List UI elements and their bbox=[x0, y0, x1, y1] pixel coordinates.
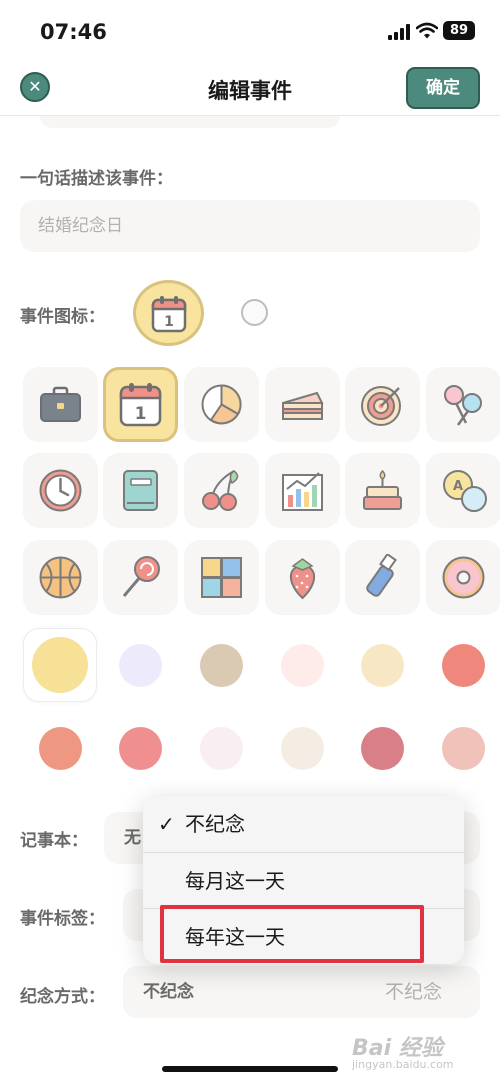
basketball-icon bbox=[39, 556, 82, 599]
icon-option-briefcase[interactable] bbox=[23, 367, 98, 442]
color-swatch bbox=[361, 727, 404, 770]
cake-slice-icon bbox=[282, 391, 324, 420]
description-label: 一句话描述该事件： bbox=[20, 169, 173, 189]
menu-item-monthly[interactable]: 每月这一天 bbox=[143, 852, 464, 908]
color-option-lavender[interactable] bbox=[103, 628, 177, 702]
icon-option-puzzle[interactable] bbox=[184, 540, 259, 615]
color-option-tan[interactable] bbox=[184, 628, 258, 702]
book-icon bbox=[123, 470, 158, 511]
bar-chart-icon bbox=[282, 472, 323, 511]
strawberry-icon bbox=[289, 558, 316, 600]
icon-option-cotton-candy[interactable] bbox=[426, 367, 500, 442]
icon-option-cherries[interactable] bbox=[184, 453, 259, 528]
commemorate-select[interactable]: 不纪念 不纪念 bbox=[123, 966, 480, 1018]
color-option-light-pink[interactable] bbox=[265, 628, 339, 702]
icon-option-pie-chart[interactable] bbox=[184, 367, 259, 442]
status-time: 07:46 bbox=[40, 20, 107, 44]
cotton-candy-icon bbox=[444, 385, 482, 426]
battery-icon: 89 bbox=[443, 21, 475, 40]
menu-item-label: 不纪念 bbox=[185, 812, 245, 836]
color-swatch bbox=[281, 644, 324, 687]
notebook-label: 记事本： bbox=[20, 831, 88, 851]
briefcase-icon bbox=[40, 386, 81, 422]
nav-bar: ✕ 编辑事件 确定 bbox=[0, 60, 500, 116]
previous-field-edge bbox=[40, 116, 340, 128]
watermark: Bai 经验 jingyan.baidu.com bbox=[352, 1036, 454, 1071]
color-swatch bbox=[119, 727, 162, 770]
usb-drive-icon bbox=[366, 554, 397, 597]
lollipop-icon bbox=[122, 556, 160, 597]
menu-item-label: 每月这一天 bbox=[185, 869, 285, 893]
icon-option-target[interactable] bbox=[345, 367, 420, 442]
wifi-icon bbox=[416, 22, 438, 39]
color-option-red[interactable] bbox=[426, 628, 500, 702]
icon-option-book[interactable] bbox=[103, 453, 178, 528]
icon-option-cake-slice[interactable] bbox=[265, 367, 340, 442]
color-option-coral[interactable] bbox=[103, 711, 177, 785]
color-option-sand[interactable] bbox=[345, 628, 419, 702]
calendar-icon: 1 bbox=[151, 296, 187, 333]
checkmark-icon: ✓ bbox=[158, 812, 175, 836]
color-swatch bbox=[281, 727, 324, 770]
donut-icon bbox=[442, 556, 485, 599]
icon-option-birthday-cake[interactable] bbox=[345, 453, 420, 528]
commemorate-value: 不纪念 bbox=[143, 982, 194, 1002]
icon-option-basketball[interactable] bbox=[23, 540, 98, 615]
icon-option-lollipop[interactable] bbox=[103, 540, 178, 615]
color-swatch bbox=[32, 637, 88, 693]
icon-option-bar-chart[interactable] bbox=[265, 453, 340, 528]
menu-item-no-commemorate[interactable]: ✓ 不纪念 bbox=[143, 796, 464, 852]
color-swatch bbox=[442, 644, 485, 687]
status-bar: 07:46 89 bbox=[0, 0, 500, 60]
color-swatch bbox=[119, 644, 162, 687]
color-option-orange-red[interactable] bbox=[23, 711, 97, 785]
notebook-value: 无 bbox=[124, 828, 141, 848]
color-swatch bbox=[361, 644, 404, 687]
color-option-blush[interactable] bbox=[184, 711, 258, 785]
event-icon-label: 事件图标： bbox=[20, 307, 105, 327]
commemorate-label: 纪念方式： bbox=[20, 987, 105, 1007]
icon-option-calendar[interactable]: 1 bbox=[103, 367, 178, 442]
color-option-yellow[interactable] bbox=[23, 628, 97, 702]
icon-option-clock[interactable] bbox=[23, 453, 98, 528]
calendar-icon: 1 bbox=[119, 383, 162, 427]
home-indicator bbox=[162, 1066, 338, 1072]
color-option-crimson[interactable] bbox=[345, 711, 419, 785]
puzzle-icon bbox=[201, 557, 242, 598]
confirm-button[interactable]: 确定 bbox=[406, 67, 480, 109]
color-option-beige[interactable] bbox=[265, 711, 339, 785]
cherries-icon bbox=[202, 470, 239, 511]
icon-option-translate[interactable]: A bbox=[426, 453, 500, 528]
selected-event-icon[interactable]: 1 bbox=[133, 280, 204, 346]
description-input[interactable]: 结婚纪念日 bbox=[20, 200, 480, 252]
cellular-signal-icon bbox=[388, 24, 410, 40]
radio-button[interactable] bbox=[241, 299, 268, 326]
icon-option-usb-drive[interactable] bbox=[345, 540, 420, 615]
icon-option-donut[interactable] bbox=[426, 540, 500, 615]
clock-icon bbox=[39, 469, 82, 512]
annotation-highlight-box bbox=[160, 905, 424, 963]
birthday-cake-icon bbox=[363, 469, 402, 510]
icon-option-strawberry[interactable] bbox=[265, 540, 340, 615]
event-tag-label: 事件标签： bbox=[20, 909, 105, 929]
color-swatch bbox=[200, 644, 243, 687]
svg-text:1: 1 bbox=[135, 404, 147, 424]
color-swatch bbox=[200, 727, 243, 770]
svg-text:A: A bbox=[453, 479, 463, 494]
pie-chart-icon bbox=[201, 384, 242, 425]
commemorate-placeholder: 不纪念 bbox=[384, 981, 442, 1003]
calendar-number: 1 bbox=[164, 314, 174, 330]
color-option-salmon[interactable] bbox=[426, 711, 500, 785]
target-icon bbox=[361, 386, 401, 426]
color-swatch bbox=[442, 727, 485, 770]
translate-icon: A bbox=[443, 470, 487, 512]
color-swatch bbox=[39, 727, 82, 770]
